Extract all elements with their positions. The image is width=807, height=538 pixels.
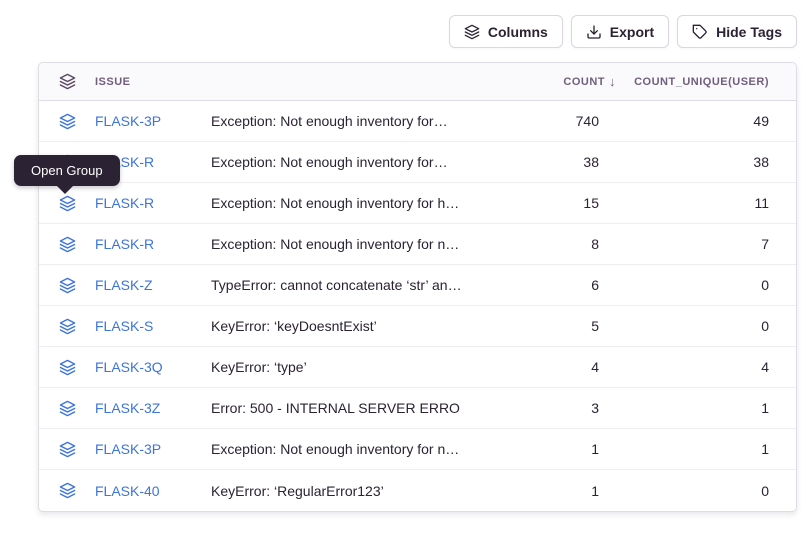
table-row: FLASK-S KeyError: ‘keyDoesntExist’ 5 0 [39,306,796,347]
issue-link[interactable]: FLASK-S [95,318,193,334]
issue-link[interactable]: FLASK-Z [95,277,193,293]
table-row: FLASK-R Exception: Not enough inventory … [39,183,796,224]
hide-tags-button[interactable]: Hide Tags [677,15,797,48]
issue-description: Exception: Not enough inventory for n… [211,236,461,252]
open-group-stack-icon[interactable] [57,277,77,294]
open-group-stack-icon[interactable] [57,318,77,335]
issue-description: TypeError: cannot concatenate ‘str’ an… [211,277,461,293]
sort-descending-arrow-icon: ↓ [609,74,616,89]
count-value: 38 [479,154,599,170]
count-column-header[interactable]: COUNT ↓ [479,74,599,89]
open-group-stack-icon[interactable] [57,441,77,458]
count-value: 4 [479,359,599,375]
issue-description: KeyError: ‘keyDoesntExist’ [211,318,461,334]
count-unique-value: 1 [617,400,769,416]
open-group-stack-icon[interactable] [57,400,77,417]
count-unique-value: 0 [617,483,769,499]
count-value: 3 [479,400,599,416]
export-button[interactable]: Export [571,15,669,48]
count-value: 8 [479,236,599,252]
layers-icon [57,73,77,90]
count-value: 1 [479,483,599,499]
layers-icon [464,24,480,40]
table-row: FLASK-3P Exception: Not enough inventory… [39,429,796,470]
table-row: FLASK-3Q KeyError: ‘type’ 4 4 [39,347,796,388]
count-value: 5 [479,318,599,334]
hide-tags-button-label: Hide Tags [716,24,782,40]
open-group-stack-icon[interactable] [57,482,77,499]
count-unique-value: 0 [617,277,769,293]
table-header: ISSUE COUNT ↓ COUNT_UNIQUE(USER) [39,63,796,101]
count-unique-value: 0 [617,318,769,334]
issue-description: KeyError: ‘RegularError123’ [211,483,461,499]
open-group-tooltip-label: Open Group [31,163,103,178]
open-group-stack-icon[interactable] [57,195,77,212]
issue-description: Exception: Not enough inventory for… [211,154,461,170]
columns-button-label: Columns [488,24,548,40]
table-body: FLASK-3P Exception: Not enough inventory… [39,101,796,511]
count-value: 1 [479,441,599,457]
issue-description: Exception: Not enough inventory for h… [211,195,461,211]
count-unique-value: 7 [617,236,769,252]
download-icon [586,24,602,40]
issue-link[interactable]: FLASK-3P [95,441,193,457]
tag-icon [692,24,708,40]
issue-link[interactable]: FLASK-3Z [95,400,193,416]
count-unique-column-header[interactable]: COUNT_UNIQUE(USER) [617,76,769,88]
count-unique-value: 1 [617,441,769,457]
open-group-tooltip: Open Group [14,155,120,186]
issue-link[interactable]: FLASK-40 [95,483,193,499]
count-unique-value: 11 [617,195,769,211]
table-row: FLASK-R Exception: Not enough inventory … [39,142,796,183]
issue-description: Exception: Not enough inventory for n… [211,441,461,457]
count-unique-value: 38 [617,154,769,170]
toolbar: Columns Export Hide Tags [449,15,797,48]
table-row: FLASK-3Z Error: 500 - INTERNAL SERVER ER… [39,388,796,429]
open-group-stack-icon[interactable] [57,359,77,376]
issue-link[interactable]: FLASK-3Q [95,359,193,375]
count-unique-value: 4 [617,359,769,375]
count-value: 15 [479,195,599,211]
issue-link[interactable]: FLASK-3P [95,113,193,129]
count-value: 740 [479,113,599,129]
issue-description: Exception: Not enough inventory for… [211,113,461,129]
count-unique-value: 49 [617,113,769,129]
issue-description: KeyError: ‘type’ [211,359,461,375]
table-row: FLASK-R Exception: Not enough inventory … [39,224,796,265]
columns-button[interactable]: Columns [449,15,563,48]
table-row: FLASK-Z TypeError: cannot concatenate ‘s… [39,265,796,306]
issue-description: Error: 500 - INTERNAL SERVER ERROR [211,400,461,416]
issue-link[interactable]: FLASK-R [95,236,193,252]
count-column-label: COUNT [563,76,605,88]
issues-table: ISSUE COUNT ↓ COUNT_UNIQUE(USER) FLASK-3… [38,62,797,512]
table-row: FLASK-40 KeyError: ‘RegularError123’ 1 0 [39,470,796,511]
issue-column-header[interactable]: ISSUE [95,76,193,88]
count-value: 6 [479,277,599,293]
table-row: FLASK-3P Exception: Not enough inventory… [39,101,796,142]
export-button-label: Export [610,24,654,40]
open-group-stack-icon[interactable] [57,236,77,253]
page: Columns Export Hide Tags [0,0,807,538]
open-group-stack-icon[interactable] [57,113,77,130]
issue-link[interactable]: FLASK-R [95,195,193,211]
